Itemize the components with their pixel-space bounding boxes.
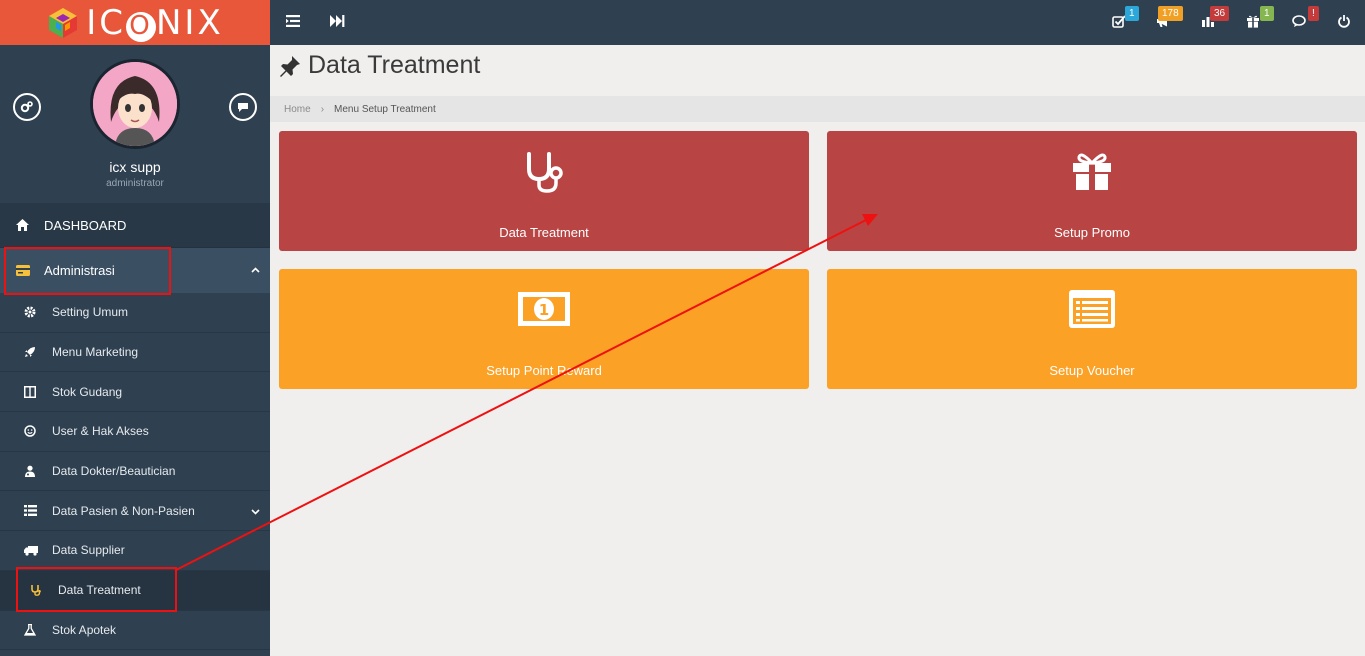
- pushpin-icon: [280, 55, 300, 77]
- chevron-up-icon: [251, 263, 260, 278]
- page-header: Data Treatment: [278, 51, 480, 80]
- tile-setup-promo[interactable]: Setup Promo: [827, 131, 1357, 251]
- sidebar-item-data-treatment[interactable]: Data Treatment: [0, 570, 270, 611]
- sidebar-item-data-dokter[interactable]: Data Dokter/Beautician: [0, 451, 270, 492]
- truck-icon: [24, 545, 52, 556]
- tile-label: Setup Promo: [1054, 225, 1130, 240]
- credit-card-icon: [16, 265, 44, 276]
- sidebar-item-label: Stok Gudang: [52, 384, 123, 399]
- breadcrumb: Home › Menu Setup Treatment: [270, 96, 1365, 122]
- sidebar-item-data-supplier[interactable]: Data Supplier: [0, 531, 270, 571]
- sidebar: IC ONIX icx supp administrator DASHBOARD…: [0, 0, 270, 656]
- main-content: Data Treatment Home › Menu Setup Treatme…: [270, 45, 1365, 656]
- sidebar-item-menu-marketing[interactable]: Menu Marketing: [0, 332, 270, 373]
- list-alt-icon: [827, 289, 1357, 329]
- tile-label: Setup Point Reward: [486, 363, 602, 378]
- brand-name: IC ONIX: [86, 2, 224, 43]
- sidebar-item-label: Data Dokter/Beautician: [52, 464, 176, 479]
- settings-button[interactable]: [13, 93, 41, 121]
- comments-icon: [238, 103, 248, 112]
- sidebar-item-label: Stok Apotek: [52, 622, 117, 637]
- user-md-icon: [24, 465, 52, 478]
- page-title: Data Treatment: [308, 51, 481, 79]
- topbar: 1 178 36 1 !: [270, 0, 1365, 45]
- power-icon[interactable]: [1337, 14, 1355, 32]
- sidebar-item-label: User & Hak Akses: [52, 424, 149, 439]
- gear-icon: [24, 306, 52, 318]
- list-icon: [24, 505, 52, 517]
- flask-icon: [24, 623, 52, 636]
- chevron-down-icon: [251, 505, 260, 519]
- columns-icon: [24, 385, 52, 398]
- tile-data-treatment[interactable]: Data Treatment: [279, 131, 809, 251]
- sidebar-toggle-icon[interactable]: [286, 14, 304, 32]
- stats-badge: 36: [1210, 6, 1230, 21]
- user-profile: icx supp administrator: [0, 45, 270, 203]
- chat-button[interactable]: [229, 93, 257, 121]
- chevron-right-icon: ›: [320, 103, 325, 115]
- sidebar-item-label: Menu Marketing: [52, 345, 139, 360]
- breadcrumb-home[interactable]: Home: [284, 104, 311, 115]
- tile-setup-voucher[interactable]: Setup Voucher: [827, 269, 1357, 389]
- sidebar-item-stok-apotek[interactable]: Stok Apotek: [0, 610, 270, 651]
- cogs-icon: [20, 101, 33, 113]
- sidebar-item-dashboard[interactable]: DASHBOARD: [0, 203, 270, 248]
- notifications-badge: 178: [1158, 6, 1183, 21]
- gift-badge: 1: [1260, 6, 1274, 21]
- messages-badge: !: [1308, 6, 1319, 21]
- home-icon: [16, 219, 44, 231]
- sidebar-item-label: DASHBOARD: [44, 217, 127, 233]
- gift-icon: [827, 151, 1357, 191]
- sidebar-item-administrasi[interactable]: Administrasi: [0, 248, 270, 293]
- sidebar-item-label: Administrasi: [44, 263, 115, 278]
- tile-label: Setup Voucher: [1049, 363, 1135, 378]
- tasks-badge: 1: [1125, 6, 1139, 21]
- sidebar-item-setting-umum[interactable]: Setting Umum: [0, 293, 270, 333]
- sidebar-item-stok-gudang[interactable]: Stok Gudang: [0, 372, 270, 413]
- avatar[interactable]: [90, 59, 180, 149]
- sidebar-item-label: Data Treatment: [58, 583, 141, 598]
- breadcrumb-current: Menu Setup Treatment: [334, 103, 436, 115]
- brand-logo[interactable]: IC ONIX: [0, 0, 270, 45]
- sidebar-item-label: Data Pasien & Non-Pasien: [52, 503, 195, 518]
- stethoscope-icon: [279, 151, 809, 195]
- user-role: administrator: [106, 178, 164, 189]
- cube-logo-icon: [49, 7, 78, 38]
- money-icon: 1: [279, 289, 809, 329]
- sidebar-item-user-hak-akses[interactable]: User & Hak Akses: [0, 412, 270, 452]
- sidebar-item-label: Setting Umum: [52, 305, 129, 320]
- fast-forward-icon[interactable]: [330, 14, 348, 32]
- tile-label: Data Treatment: [499, 225, 589, 240]
- stethoscope-icon: [30, 584, 58, 597]
- smile-icon: [24, 425, 52, 438]
- sidebar-item-data-pasien[interactable]: Data Pasien & Non-Pasien: [0, 491, 270, 532]
- rocket-icon: [24, 346, 52, 358]
- svg-text:1: 1: [539, 301, 549, 319]
- tile-setup-point-reward[interactable]: 1 Setup Point Reward: [279, 269, 809, 389]
- sidebar-item-label: Data Supplier: [52, 543, 125, 558]
- user-name: icx supp: [109, 159, 161, 175]
